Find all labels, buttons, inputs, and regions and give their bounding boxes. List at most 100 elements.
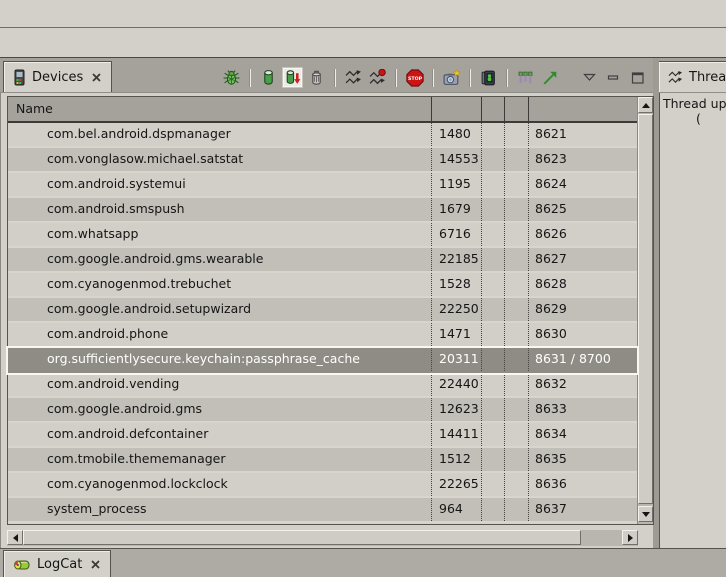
scroll-left-button[interactable]	[7, 530, 23, 545]
vertical-scrollbar[interactable]	[637, 97, 653, 524]
table-row[interactable]: com.android.vending 22440 8632	[8, 373, 637, 398]
process-pid: 964	[432, 498, 482, 521]
table-row[interactable]: com.android.phone 1471 8630	[8, 323, 637, 348]
devices-view-body: Name com.bel.android.dspmanager 1480	[0, 93, 653, 548]
table-row[interactable]: com.google.android.gms 12623 8633	[8, 398, 637, 423]
table-row[interactable]: com.android.systemui 1195 8624	[8, 173, 637, 198]
stop-process-icon[interactable]: STOP	[405, 68, 424, 87]
process-name: com.android.vending	[8, 373, 432, 396]
green-arrow-icon[interactable]	[540, 68, 559, 87]
table-row[interactable]: com.whatsapp 6716 8626	[8, 223, 637, 248]
close-icon[interactable]	[90, 559, 101, 570]
vertical-scroll-thumb[interactable]	[638, 114, 653, 504]
update-threads-icon[interactable]	[344, 68, 363, 87]
menubar	[0, 0, 726, 28]
process-pid: 20311	[432, 348, 482, 371]
process-pid: 22265	[432, 473, 482, 496]
process-pid: 12623	[432, 398, 482, 421]
update-heap-icon[interactable]	[259, 68, 278, 87]
column-header-pid[interactable]	[432, 97, 482, 121]
horizontal-scroll-thumb[interactable]	[23, 530, 581, 545]
down-arrow-icon	[642, 512, 650, 517]
menu-item[interactable]	[90, 10, 112, 18]
screen-capture-icon[interactable]	[442, 68, 461, 87]
process-table: Name com.bel.android.dspmanager 1480	[7, 96, 654, 525]
toolbar-separator	[432, 69, 434, 87]
tab-threads[interactable]: Threads	[659, 61, 726, 92]
table-row[interactable]: com.google.android.gms.wearable 22185 86…	[8, 248, 637, 273]
process-pid: 14411	[432, 423, 482, 446]
process-name: com.vonglasow.michael.satstat	[8, 148, 432, 171]
minimize-icon[interactable]	[604, 68, 623, 87]
devices-panel: Devices	[0, 58, 653, 548]
stop-label: STOP	[407, 75, 422, 81]
allocation-bars-icon[interactable]	[516, 68, 535, 87]
process-port: 8629	[529, 298, 637, 321]
scroll-right-button[interactable]	[622, 530, 638, 545]
process-port: 8636	[529, 473, 637, 496]
table-row[interactable]: com.vonglasow.michael.satstat 14553 8623	[8, 148, 637, 173]
close-icon[interactable]	[91, 72, 102, 83]
menu-item[interactable]	[2, 10, 24, 18]
threads-message-line2: (	[660, 111, 726, 126]
dump-hprof-icon[interactable]	[283, 68, 302, 87]
table-row[interactable]: com.bel.android.dspmanager 1480 8621	[8, 123, 637, 148]
device-phone-icon	[13, 69, 26, 86]
process-port: 8630	[529, 323, 637, 346]
process-pid: 1471	[432, 323, 482, 346]
process-pid: 1512	[432, 448, 482, 471]
process-name: com.google.android.gms	[8, 398, 432, 421]
table-row[interactable]: com.android.defcontainer 14411 8634	[8, 423, 637, 448]
cause-gc-icon[interactable]	[307, 68, 326, 87]
up-arrow-icon	[642, 103, 650, 108]
column-header-4[interactable]	[505, 97, 529, 121]
column-header-name[interactable]: Name	[8, 97, 432, 121]
process-name: com.bel.android.dspmanager	[8, 123, 432, 146]
process-port: 8626	[529, 223, 637, 246]
menu-item[interactable]	[46, 10, 68, 18]
process-name: com.android.defcontainer	[8, 423, 432, 446]
column-header-3[interactable]	[482, 97, 505, 121]
table-row[interactable]: com.tmobile.thememanager 1512 8635	[8, 448, 637, 473]
threads-content: Thread up (	[659, 93, 726, 548]
tab-logcat-label: LogCat	[37, 557, 82, 572]
process-pid: 14553	[432, 148, 482, 171]
threads-message-line1: Thread up	[660, 96, 726, 111]
process-port: 8628	[529, 273, 637, 296]
process-pid: 22185	[432, 248, 482, 271]
toolbar-separator	[506, 69, 508, 87]
menu-item[interactable]	[24, 10, 46, 18]
scroll-down-button[interactable]	[638, 506, 653, 522]
device-stack-icon[interactable]	[479, 68, 498, 87]
tab-logcat[interactable]: LogCat	[3, 550, 111, 577]
process-pid: 22440	[432, 373, 482, 396]
horizontal-scrollbar[interactable]	[7, 530, 638, 546]
process-port: 8625	[529, 198, 637, 221]
menu-item[interactable]	[68, 10, 90, 18]
table-row[interactable]: com.google.android.setupwizard 22250 862…	[8, 298, 637, 323]
process-name: com.android.phone	[8, 323, 432, 346]
column-header-port[interactable]	[529, 97, 653, 121]
table-row[interactable]: com.cyanogenmod.lockclock 22265 8636	[8, 473, 637, 498]
table-row[interactable]: com.android.smspush 1679 8625	[8, 198, 637, 223]
table-row[interactable]: org.sufficientlysecure.keychain:passphra…	[8, 348, 637, 373]
debug-icon[interactable]	[222, 68, 241, 87]
table-row[interactable]: com.cyanogenmod.trebuchet 1528 8628	[8, 273, 637, 298]
tab-devices-label: Devices	[32, 70, 83, 85]
process-name: com.google.android.gms.wearable	[8, 248, 432, 271]
process-name: com.android.smspush	[8, 198, 432, 221]
toolbar-separator	[249, 69, 251, 87]
scroll-up-button[interactable]	[638, 97, 653, 113]
process-pid: 1480	[432, 123, 482, 146]
process-name: org.sufficientlysecure.keychain:passphra…	[8, 348, 432, 371]
maximize-icon[interactable]	[628, 68, 647, 87]
device-table-body: com.bel.android.dspmanager 1480 8621 com…	[8, 123, 637, 523]
method-profiling-icon[interactable]	[368, 68, 387, 87]
process-name: com.cyanogenmod.lockclock	[8, 473, 432, 496]
process-name: com.whatsapp	[8, 223, 432, 246]
table-row[interactable]: system_process 964 8637	[8, 498, 637, 523]
threads-icon	[668, 70, 683, 85]
view-menu-icon[interactable]	[580, 68, 599, 87]
process-port: 8621	[529, 123, 637, 146]
tab-devices[interactable]: Devices	[3, 61, 112, 92]
